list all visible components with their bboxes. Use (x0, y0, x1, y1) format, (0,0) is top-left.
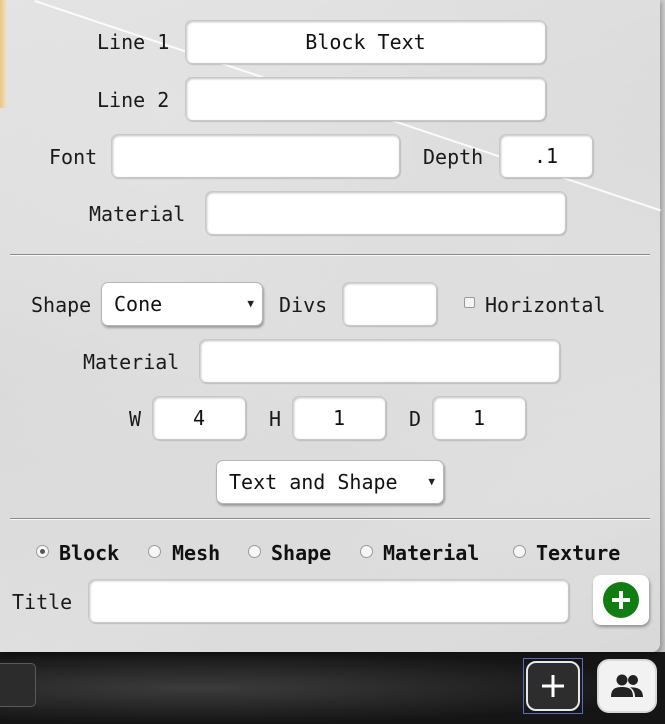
plus-icon (526, 661, 580, 711)
text-material-input[interactable] (205, 191, 566, 235)
section-divider-1 (10, 254, 650, 255)
people-icon (611, 674, 643, 697)
users-button[interactable] (597, 659, 657, 713)
add-asset-button[interactable] (593, 575, 649, 625)
mode-select[interactable]: Text and Shape ▼ (216, 460, 444, 504)
shape-label: Shape (31, 293, 92, 317)
radio-mesh-label: Mesh (172, 541, 221, 565)
title-label: Title (12, 590, 73, 614)
depth-label: Depth (423, 145, 484, 169)
radio-material-label: Material (383, 541, 480, 565)
height-label: H (269, 407, 282, 431)
radio-shape-label: Shape (271, 541, 332, 565)
width-input[interactable] (152, 396, 246, 440)
depth-input[interactable] (499, 134, 593, 178)
line1-input[interactable] (185, 20, 546, 64)
radio-shape[interactable] (248, 545, 261, 558)
radio-block[interactable] (36, 545, 49, 558)
radio-mesh[interactable] (148, 545, 161, 558)
text-material-label: Material (89, 202, 186, 226)
line2-label: Line 2 (97, 88, 170, 112)
shape-select-value: Cone (114, 292, 163, 316)
plus-circle-icon (603, 582, 639, 618)
asset-editor-panel: Line 1 Line 2 Font Depth Material Shape … (0, 0, 661, 652)
depth-dim-label: D (409, 407, 422, 431)
font-label: Font (49, 145, 98, 169)
dropdown-arrow-icon: ▼ (247, 296, 254, 310)
title-input[interactable] (88, 579, 569, 623)
line1-label: Line 1 (97, 30, 170, 54)
shape-select[interactable]: Cone ▼ (101, 282, 263, 326)
divs-input[interactable] (342, 282, 437, 326)
radio-material[interactable] (360, 545, 373, 558)
width-label: W (129, 407, 142, 431)
toolbar-button-left[interactable] (0, 663, 36, 707)
line2-input[interactable] (185, 77, 546, 121)
divs-label: Divs (279, 293, 328, 317)
depth-dim-input[interactable] (432, 396, 526, 440)
font-input[interactable] (111, 134, 400, 178)
radio-texture[interactable] (513, 545, 526, 558)
radio-block-label: Block (59, 541, 120, 565)
shape-material-input[interactable] (199, 339, 560, 383)
dropdown-arrow-icon: ▼ (428, 474, 435, 488)
panel-edge-accent (0, 0, 6, 108)
height-input[interactable] (292, 396, 386, 440)
horizontal-checkbox[interactable] (464, 297, 475, 308)
section-divider-2 (10, 518, 650, 519)
horizontal-label: Horizontal (485, 293, 606, 317)
mode-select-value: Text and Shape (229, 470, 398, 494)
add-button[interactable] (523, 658, 583, 714)
radio-texture-label: Texture (536, 541, 621, 565)
shape-material-label: Material (83, 350, 180, 374)
